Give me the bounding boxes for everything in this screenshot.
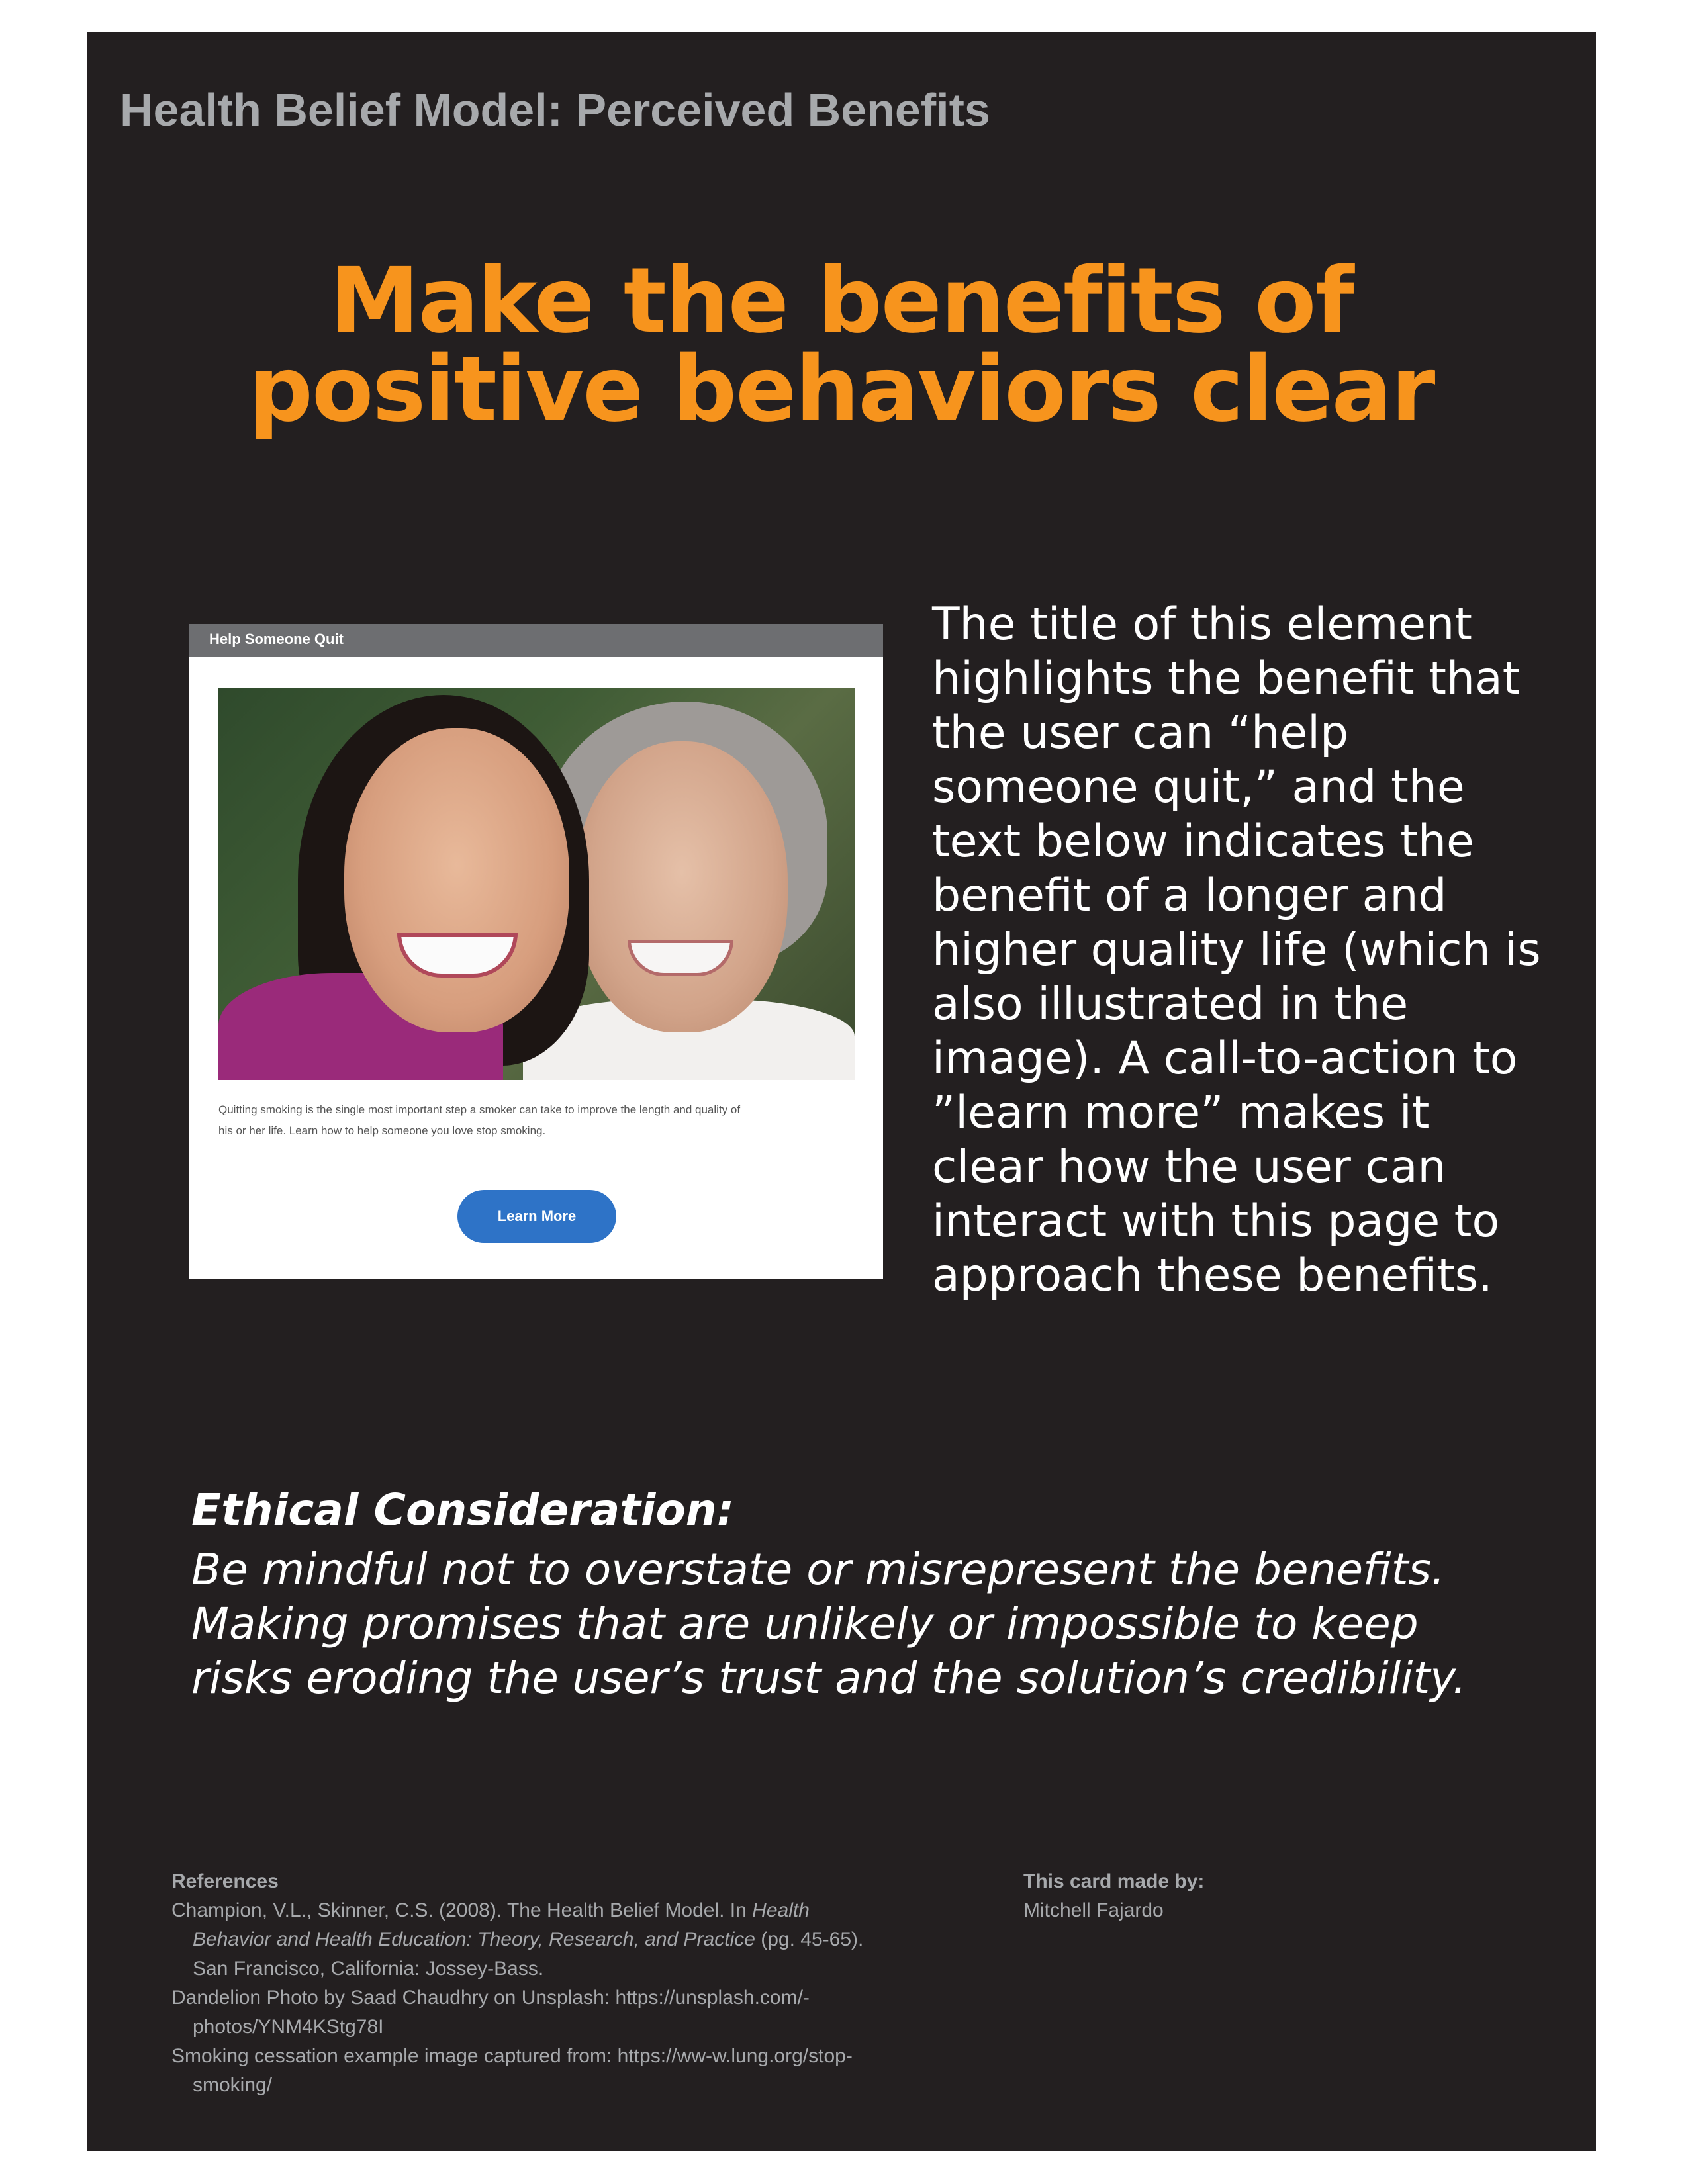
card-category-label: Health Belief Model: Perceived Benefits	[120, 84, 990, 136]
ethical-body: Be mindful not to overstate or misrepres…	[191, 1543, 1581, 1706]
description-line: The title of this element	[932, 598, 1472, 651]
example-title-bar: Help Someone Quit	[189, 624, 883, 657]
ethical-line: Be mindful not to overstate or misrepres…	[191, 1544, 1445, 1595]
learn-more-button[interactable]: Learn More	[457, 1190, 616, 1243]
ethical-line: Making promises that are unlikely or imp…	[191, 1598, 1419, 1649]
description-line: highlights the benefit that	[932, 653, 1521, 705]
description-line: image). A call-to-action to	[932, 1032, 1518, 1085]
photo-face-right	[576, 741, 788, 1032]
example-caption-line-1: Quitting smoking is the single most impo…	[218, 1103, 741, 1116]
description-line: the user can “help	[932, 707, 1349, 759]
description-line: higher quality life (which is	[932, 924, 1541, 976]
example-caption: Quitting smoking is the single most impo…	[218, 1099, 855, 1142]
reference-item: Dandelion Photo by Saad Chaudhry on Unsp…	[171, 1987, 810, 2038]
example-photo	[218, 688, 855, 1080]
reference-1-prefix: Champion, V.L., Skinner, C.S. (2008). Th…	[171, 1899, 753, 1921]
reference-item: Smoking cessation example image captured…	[171, 2045, 853, 2096]
description-line: also illustrated in the	[932, 978, 1409, 1030]
description-line: ”learn more” makes it	[932, 1087, 1430, 1139]
photo-face-left	[344, 728, 569, 1032]
info-card: Health Belief Model: Perceived Benefits …	[87, 32, 1596, 2151]
example-caption-line-2: his or her life. Learn how to help someo…	[218, 1124, 546, 1137]
headline-line-2: positive behaviors clear	[248, 338, 1436, 442]
description-line: clear how the user can	[932, 1141, 1446, 1193]
example-screenshot: Help Someone Quit Quitting smoking is th…	[189, 624, 883, 1279]
description-line: someone quit,” and the	[932, 761, 1465, 813]
card-headline: Make the benefits of positive behaviors …	[87, 256, 1596, 435]
description-line: benefit of a longer and	[932, 870, 1447, 922]
reference-item: Champion, V.L., Skinner, C.S. (2008). Th…	[171, 1896, 867, 1983]
credit-author: Mitchell Fajardo	[1023, 1899, 1164, 1921]
credit-section: This card made by: Mitchell Fajardo	[1023, 1867, 1487, 1925]
ethical-line: risks eroding the user’s trust and the s…	[191, 1653, 1467, 1704]
credit-title: This card made by:	[1023, 1870, 1205, 1892]
ethical-heading: Ethical Consideration:	[191, 1484, 735, 1535]
description-line: approach these benefits.	[932, 1250, 1493, 1302]
references-title: References	[171, 1870, 279, 1892]
example-title: Help Someone Quit	[209, 631, 344, 647]
references-section: References Champion, V.L., Skinner, C.S.…	[171, 1867, 867, 2100]
description-line: interact with this page to	[932, 1195, 1500, 1248]
description-line: text below indicates the	[932, 815, 1474, 868]
example-description: The title of this element highlights the…	[932, 598, 1587, 1303]
